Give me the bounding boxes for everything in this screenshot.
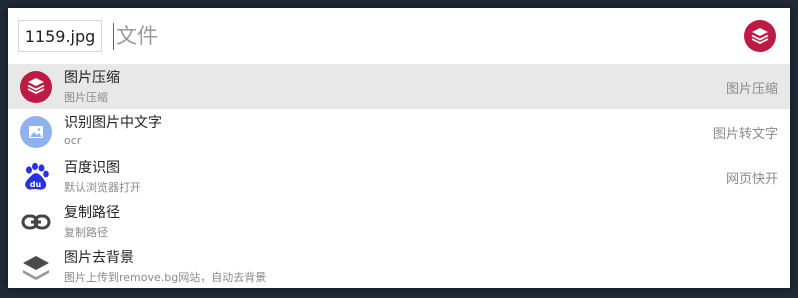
search-bar: 1159.jpg: [8, 8, 790, 64]
item-subtitle: 默认浏览器打开: [64, 181, 141, 194]
link-icon: [20, 206, 52, 238]
search-input[interactable]: [116, 21, 716, 51]
list-item[interactable]: 图片去背景 图片上传到remove.bg网站，自动去背景: [8, 244, 790, 289]
list-item[interactable]: 图片压缩 图片压缩 图片压缩: [8, 64, 790, 109]
launcher-window: 1159.jpg 图片压缩 图片压缩 图片压缩: [8, 8, 790, 288]
layers-icon: [20, 71, 52, 103]
list-item[interactable]: du 百度识图 默认浏览器打开 网页快开: [8, 154, 790, 199]
item-command: 图片压缩: [725, 82, 778, 97]
layers-icon[interactable]: [744, 20, 776, 52]
item-subtitle: 复制路径: [64, 226, 108, 239]
item-title: 百度识图: [64, 160, 120, 176]
results-list: 图片压缩 图片压缩 图片压缩 识别图片中文字 ocr 图片转文字 du 百度识图…: [8, 64, 790, 289]
item-title: 图片压缩: [64, 70, 120, 86]
list-item[interactable]: 复制路径 复制路径: [8, 199, 790, 244]
baidu-paw-icon: du: [20, 161, 52, 193]
item-subtitle: ocr: [64, 134, 82, 147]
file-chip[interactable]: 1159.jpg: [18, 20, 102, 52]
item-command: 图片转文字: [712, 127, 778, 142]
item-command: 网页快开: [725, 172, 778, 187]
item-subtitle: 图片压缩: [64, 91, 108, 104]
item-title: 图片去背景: [64, 250, 134, 266]
item-title: 复制路径: [64, 205, 120, 221]
stack-layers-icon: [20, 251, 52, 283]
item-subtitle: 图片上传到remove.bg网站，自动去背景: [64, 271, 267, 284]
text-caret: [113, 23, 114, 50]
item-title: 识别图片中文字: [64, 115, 162, 131]
list-item[interactable]: 识别图片中文字 ocr 图片转文字: [8, 109, 790, 154]
svg-text:du: du: [30, 180, 42, 189]
image-icon: [20, 116, 52, 148]
